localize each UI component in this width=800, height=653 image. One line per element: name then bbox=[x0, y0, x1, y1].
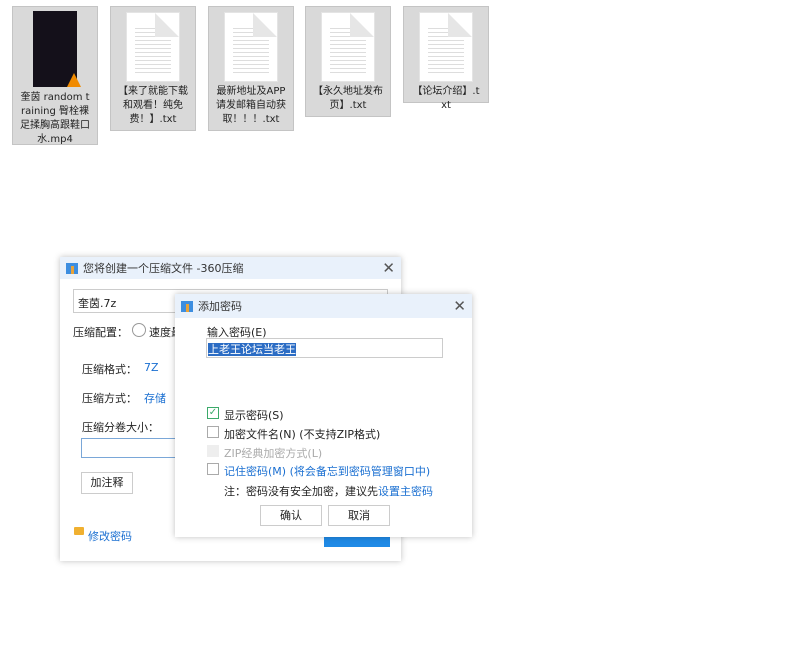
dialog-title: 添加密码 bbox=[198, 300, 242, 313]
app-icon bbox=[181, 300, 193, 312]
zip-classic-checkbox bbox=[207, 445, 219, 457]
cancel-button[interactable]: 取消 bbox=[328, 505, 390, 526]
password-text: 上老王论坛当老王 bbox=[208, 343, 296, 356]
set-master-password-link[interactable]: 设置主密码 bbox=[378, 485, 433, 498]
file-text[interactable]: 【来了就能下载和观看！纯免费！】.txt bbox=[110, 6, 196, 131]
file-name: 【论坛介绍】.txt bbox=[412, 86, 480, 111]
file-name: 最新地址及APP请发邮箱自动获取！！！.txt bbox=[216, 86, 286, 125]
split-label: 压缩分卷大小： bbox=[82, 421, 159, 434]
format-label: 压缩格式： bbox=[82, 363, 137, 376]
note-text: 注：密码没有安全加密，建议先 bbox=[224, 485, 378, 498]
file-name: 奎茵 random training 臀栓裸足揉胸高跟鞋口水.mp4 bbox=[20, 92, 90, 145]
file-text[interactable]: 最新地址及APP请发邮箱自动获取！！！.txt bbox=[208, 6, 294, 131]
file-name: 【永久地址发布页】.txt bbox=[313, 86, 383, 111]
text-file-icon bbox=[225, 13, 277, 81]
method-value[interactable]: 存储 bbox=[144, 390, 166, 406]
password-input[interactable]: 上老王论坛当老王 bbox=[206, 338, 443, 358]
text-file-icon bbox=[127, 13, 179, 81]
change-password-link[interactable]: 修改密码 bbox=[88, 528, 132, 544]
title-bar: 添加密码 ✕ bbox=[175, 294, 472, 318]
title-bar: 您将创建一个压缩文件 -360压缩 ✕ bbox=[60, 257, 401, 279]
remember-password-checkbox[interactable] bbox=[207, 463, 219, 475]
zip-classic-label: ZIP经典加密方式(L) bbox=[224, 447, 323, 460]
show-password-checkbox[interactable]: ✓ bbox=[207, 407, 219, 419]
encrypt-names-checkbox[interactable] bbox=[207, 426, 219, 438]
vlc-icon bbox=[67, 73, 81, 87]
remember-password-label: 记住密码(M) (将会备忘到密码管理窗口中) bbox=[224, 465, 431, 478]
format-value[interactable]: 7Z bbox=[144, 361, 159, 374]
config-label: 压缩配置： bbox=[73, 326, 128, 339]
file-name: 【来了就能下载和观看！纯免费！】.txt bbox=[118, 86, 188, 125]
close-icon[interactable]: ✕ bbox=[453, 297, 466, 315]
file-text[interactable]: 【永久地址发布页】.txt bbox=[305, 6, 391, 117]
dialog-title: 您将创建一个压缩文件 -360压缩 bbox=[83, 262, 244, 275]
file-text[interactable]: 【论坛介绍】.txt bbox=[403, 6, 489, 111]
text-file-icon bbox=[322, 13, 374, 81]
method-label: 压缩方式： bbox=[82, 392, 137, 405]
confirm-button[interactable]: 确认 bbox=[260, 505, 322, 526]
add-comment-button[interactable]: 加注释 bbox=[81, 472, 133, 494]
config-radio[interactable] bbox=[132, 323, 146, 337]
close-icon[interactable]: ✕ bbox=[382, 259, 395, 277]
encrypt-names-label: 加密文件名(N) (不支持ZIP格式) bbox=[224, 428, 381, 441]
video-thumbnail bbox=[33, 11, 81, 87]
text-file-icon bbox=[420, 13, 472, 81]
show-password-label: 显示密码(S) bbox=[224, 409, 284, 422]
app-icon bbox=[66, 262, 78, 274]
lock-icon bbox=[74, 527, 84, 535]
file-video[interactable]: 奎茵 random training 臀栓裸足揉胸高跟鞋口水.mp4 bbox=[12, 6, 98, 145]
